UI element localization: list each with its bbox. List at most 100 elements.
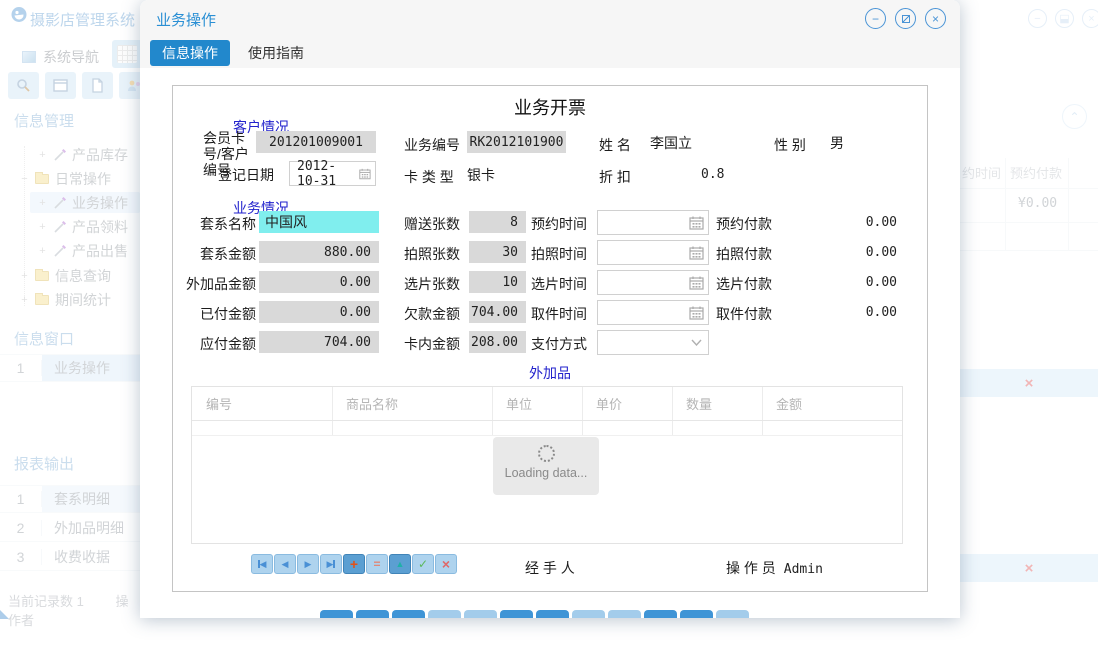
business-no-label: 业务编号 [404, 135, 460, 155]
photo-time-field[interactable] [597, 240, 709, 265]
select-payment-value: 0.00 [803, 275, 897, 290]
payment-method-select[interactable] [597, 330, 709, 355]
package-amount-field[interactable]: 880.00 [259, 241, 379, 263]
col-header-id: 编号 [192, 387, 332, 420]
pickup-time-label: 取件时间 [531, 304, 587, 324]
bottom-action-button[interactable] [500, 610, 533, 618]
tab-user-guide[interactable]: 使用指南 [236, 40, 316, 66]
select-count-field[interactable]: 10 [469, 271, 526, 293]
delete-record-button[interactable]: = [366, 554, 388, 574]
calendar-icon[interactable] [689, 306, 704, 320]
bottom-action-button[interactable] [680, 610, 713, 618]
prev-record-button[interactable]: ◀ [274, 554, 296, 574]
card-balance-field[interactable]: 208.00 [469, 331, 526, 353]
divider [672, 387, 673, 435]
bottom-action-button[interactable] [608, 610, 641, 618]
screen: 摄影店管理系统 系统导航 信息管理 [0, 0, 1098, 655]
select-time-label: 选片时间 [531, 274, 587, 294]
discount-label: 折 扣 [599, 167, 631, 187]
bottom-action-button[interactable] [536, 610, 569, 618]
col-header-product-name: 商品名称 [332, 387, 492, 420]
payable-amount-field[interactable]: 704.00 [259, 331, 379, 353]
booking-time-field[interactable] [597, 210, 709, 235]
tab-info-operation[interactable]: 信息操作 [150, 40, 230, 66]
loading-text: Loading data... [493, 466, 599, 480]
business-no-field[interactable]: RK2012101900 [467, 131, 566, 153]
chevron-down-icon [691, 339, 702, 346]
business-operation-dialog: 业务操作 − × 信息操作 使用指南 业务开票 客户情况 会员卡号/客户编号 2… [140, 0, 960, 618]
card-balance-label: 卡内金额 [404, 334, 460, 354]
package-amount-label: 套系金额 [181, 244, 256, 264]
col-header-unit-price: 单价 [582, 387, 672, 420]
booking-payment-value: 0.00 [803, 215, 897, 230]
calendar-icon[interactable] [689, 276, 704, 290]
calendar-icon[interactable] [689, 216, 704, 230]
payable-amount-label: 应付金额 [181, 334, 256, 354]
reg-date-label: 登记日期 [218, 165, 274, 185]
select-time-field[interactable] [597, 270, 709, 295]
photo-payment-value: 0.00 [803, 245, 897, 260]
dialog-title: 业务操作 [156, 9, 216, 30]
package-name-field[interactable]: 中国风 [259, 211, 379, 233]
bottom-action-button[interactable] [464, 610, 497, 618]
add-record-button[interactable]: + [343, 554, 365, 574]
booking-payment-label: 预约付款 [716, 214, 772, 234]
dialog-header: 业务操作 − × 信息操作 使用指南 [140, 0, 960, 68]
record-navigator: ◀ ◀ ▶ ▶ + = ▲ ✓ × [251, 554, 457, 574]
spinner-icon [538, 445, 555, 462]
divider [332, 387, 333, 435]
divider [762, 387, 763, 435]
invoice-form-panel: 业务开票 客户情况 会员卡号/客户编号 201201009001 业务编号 RK… [172, 85, 928, 592]
operator-value: Admin [784, 562, 823, 577]
bottom-action-button[interactable] [572, 610, 605, 618]
debt-amount-field[interactable]: 704.00 [469, 301, 526, 323]
edit-record-button[interactable]: ▲ [389, 554, 411, 574]
addon-items-table: 编号 商品名称 单位 单价 数量 金额 Loading data... [191, 386, 903, 544]
divider [492, 387, 493, 435]
member-card-field[interactable]: 201201009001 [256, 131, 376, 153]
paid-amount-field[interactable]: 0.00 [259, 301, 379, 323]
bottom-action-button[interactable] [716, 610, 749, 618]
close-icon[interactable]: × [925, 8, 946, 29]
booking-time-label: 预约时间 [531, 214, 587, 234]
calendar-icon[interactable] [359, 167, 371, 181]
photo-count-field[interactable]: 30 [469, 241, 526, 263]
pickup-time-field[interactable] [597, 300, 709, 325]
card-type-label: 卡 类 型 [404, 167, 454, 187]
paid-amount-label: 已付金额 [181, 304, 256, 324]
minimize-icon[interactable]: − [865, 8, 886, 29]
package-name-label: 套系名称 [181, 214, 256, 234]
calendar-icon[interactable] [689, 246, 704, 260]
bottom-action-button[interactable] [320, 610, 353, 618]
section-addon: 外加品 [173, 363, 927, 383]
col-header-quantity: 数量 [672, 387, 762, 420]
discount-value: 0.8 [701, 167, 724, 182]
operator-row: 操 作 员 Admin [726, 558, 823, 578]
photo-payment-label: 拍照付款 [716, 244, 772, 264]
operator-label: 操 作 员 [726, 558, 776, 578]
divider [192, 435, 902, 436]
bottom-action-button[interactable] [356, 610, 389, 618]
restore-icon[interactable] [895, 8, 916, 29]
col-header-amount: 金额 [762, 387, 902, 420]
photo-time-label: 拍照时间 [531, 244, 587, 264]
addon-amount-field[interactable]: 0.00 [259, 271, 379, 293]
gender-label: 性 别 [774, 135, 806, 155]
gender-value: 男 [830, 133, 844, 153]
select-payment-label: 选片付款 [716, 274, 772, 294]
confirm-button[interactable]: ✓ [412, 554, 434, 574]
bottom-action-button[interactable] [644, 610, 677, 618]
bottom-action-button[interactable] [428, 610, 461, 618]
pickup-payment-value: 0.00 [803, 305, 897, 320]
card-type-value: 银卡 [467, 165, 495, 185]
gift-count-field[interactable]: 8 [469, 211, 526, 233]
name-label: 姓 名 [599, 135, 631, 155]
first-record-button[interactable]: ◀ [251, 554, 273, 574]
debt-amount-label: 欠款金额 [404, 304, 460, 324]
handler-label: 经 手 人 [525, 558, 575, 578]
bottom-action-button[interactable] [392, 610, 425, 618]
last-record-button[interactable]: ▶ [320, 554, 342, 574]
next-record-button[interactable]: ▶ [297, 554, 319, 574]
cancel-button[interactable]: × [435, 554, 457, 574]
reg-date-field[interactable]: 2012-10-31 [289, 161, 376, 186]
